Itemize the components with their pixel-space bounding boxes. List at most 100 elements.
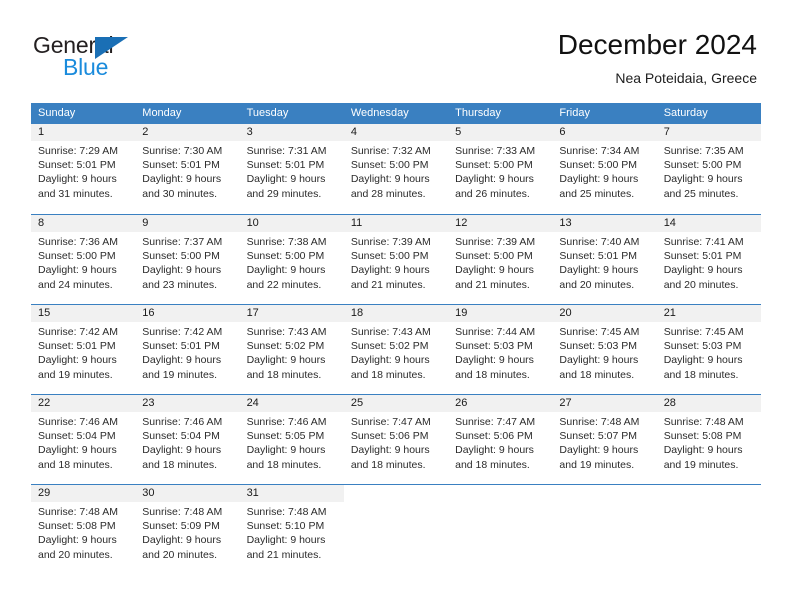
daylight-text-line2: and 28 minutes. [350,187,426,200]
weekday-header-saturday: Saturday [663,107,708,119]
sunset-text: Sunset: 5:08 PM [663,430,742,443]
daylight-text-line1: Daylight: 9 hours [559,354,639,367]
day-details: Sunrise: 7:36 AM Sunset: 5:00 PM Dayligh… [31,232,135,292]
daylight-text-line1: Daylight: 9 hours [38,173,117,186]
day-cell[interactable]: 22 Sunrise: 7:46 AM Sunset: 5:04 PM Dayl… [31,395,136,484]
day-cell[interactable]: 2 Sunrise: 7:30 AM Sunset: 5:01 PM Dayli… [135,124,240,214]
daylight-text-line2: and 19 minutes. [559,458,635,471]
day-details: Sunrise: 7:31 AM Sunset: 5:01 PM Dayligh… [240,141,344,201]
day-cell[interactable]: 4 Sunrise: 7:32 AM Sunset: 5:00 PM Dayli… [343,124,449,214]
day-cell[interactable]: 10 Sunrise: 7:38 AM Sunset: 5:00 PM Dayl… [239,215,344,304]
page-title: December 2024 [557,29,757,60]
day-number [657,485,761,502]
day-number: 7 [656,124,761,141]
sunset-text: Sunset: 5:00 PM [246,250,325,263]
day-cell[interactable]: 1 Sunrise: 7:29 AM Sunset: 5:01 PM Dayli… [31,124,136,214]
day-cell[interactable]: 21 Sunrise: 7:45 AM Sunset: 5:03 PM Dayl… [656,305,761,394]
day-cell[interactable]: 16 Sunrise: 7:42 AM Sunset: 5:01 PM Dayl… [135,305,240,394]
sunset-text: Sunset: 5:00 PM [350,159,429,172]
day-cell[interactable]: 5 Sunrise: 7:33 AM Sunset: 5:00 PM Dayli… [448,124,553,214]
calendar-grid: Sunday Monday Tuesday Wednesday Thursday… [31,103,761,574]
sunset-text: Sunset: 5:01 PM [38,340,116,353]
day-number: 9 [135,215,240,232]
day-cell[interactable]: 30 Sunrise: 7:48 AM Sunset: 5:09 PM Dayl… [135,485,240,574]
weekday-header-wednesday: Wednesday [350,107,409,119]
day-cell[interactable]: 31 Sunrise: 7:48 AM Sunset: 5:10 PM Dayl… [239,485,344,574]
day-cell[interactable]: 17 Sunrise: 7:43 AM Sunset: 5:02 PM Dayl… [239,305,344,394]
day-number: 29 [31,485,136,502]
sunset-text: Sunset: 5:01 PM [246,159,325,172]
day-cell[interactable]: 19 Sunrise: 7:44 AM Sunset: 5:03 PM Dayl… [448,305,553,394]
day-number: 25 [343,395,449,412]
day-number: 1 [31,124,136,141]
day-details: Sunrise: 7:38 AM Sunset: 5:00 PM Dayligh… [240,232,344,292]
daylight-text-line2: and 26 minutes. [455,187,530,200]
day-cell-empty [657,485,761,574]
day-cell[interactable]: 26 Sunrise: 7:47 AM Sunset: 5:06 PM Dayl… [448,395,553,484]
sunrise-text: Sunrise: 7:47 AM [455,416,536,428]
day-number: 27 [552,395,657,412]
day-details: Sunrise: 7:48 AM Sunset: 5:10 PM Dayligh… [240,502,344,562]
day-cell[interactable]: 23 Sunrise: 7:46 AM Sunset: 5:04 PM Dayl… [135,395,240,484]
day-number [448,485,552,502]
day-cell[interactable]: 7 Sunrise: 7:35 AM Sunset: 5:00 PM Dayli… [656,124,761,214]
sunrise-text: Sunrise: 7:45 AM [559,326,640,338]
sunrise-text: Sunrise: 7:40 AM [559,236,640,248]
day-cell[interactable]: 14 Sunrise: 7:41 AM Sunset: 5:01 PM Dayl… [656,215,761,304]
day-cell[interactable]: 8 Sunrise: 7:36 AM Sunset: 5:00 PM Dayli… [31,215,136,304]
sunset-text: Sunset: 5:02 PM [350,340,429,353]
daylight-text-line2: and 20 minutes. [142,548,217,561]
sunset-text: Sunset: 5:02 PM [246,340,325,353]
daylight-text-line1: Daylight: 9 hours [38,444,117,457]
day-cell[interactable]: 12 Sunrise: 7:39 AM Sunset: 5:00 PM Dayl… [448,215,553,304]
daylight-text-line2: and 25 minutes. [663,187,739,200]
day-cell[interactable]: 27 Sunrise: 7:48 AM Sunset: 5:07 PM Dayl… [552,395,657,484]
sunset-text: Sunset: 5:00 PM [350,250,429,263]
sunrise-text: Sunrise: 7:46 AM [142,416,223,428]
week-row: 22 Sunrise: 7:46 AM Sunset: 5:04 PM Dayl… [31,394,761,484]
day-cell[interactable]: 13 Sunrise: 7:40 AM Sunset: 5:01 PM Dayl… [552,215,657,304]
day-cell[interactable]: 15 Sunrise: 7:42 AM Sunset: 5:01 PM Dayl… [31,305,136,394]
weekday-header-thursday: Thursday [455,107,501,119]
day-cell[interactable]: 28 Sunrise: 7:48 AM Sunset: 5:08 PM Dayl… [656,395,761,484]
sunrise-text: Sunrise: 7:42 AM [38,326,118,338]
day-cell[interactable]: 18 Sunrise: 7:43 AM Sunset: 5:02 PM Dayl… [343,305,449,394]
day-cell[interactable]: 20 Sunrise: 7:45 AM Sunset: 5:03 PM Dayl… [552,305,657,394]
daylight-text-line2: and 18 minutes. [455,458,530,471]
sunset-text: Sunset: 5:04 PM [38,430,116,443]
sunrise-text: Sunrise: 7:34 AM [559,145,640,157]
day-cell[interactable]: 29 Sunrise: 7:48 AM Sunset: 5:08 PM Dayl… [31,485,136,574]
sunrise-text: Sunrise: 7:48 AM [246,506,327,518]
daylight-text-line2: and 18 minutes. [350,458,426,471]
day-number: 22 [31,395,136,412]
day-details: Sunrise: 7:46 AM Sunset: 5:04 PM Dayligh… [135,412,239,472]
daylight-text-line1: Daylight: 9 hours [559,264,639,277]
day-details: Sunrise: 7:43 AM Sunset: 5:02 PM Dayligh… [344,322,448,382]
brand-logo[interactable]: General Blue [33,32,253,86]
day-cell[interactable]: 6 Sunrise: 7:34 AM Sunset: 5:00 PM Dayli… [552,124,657,214]
day-cell-empty [448,485,552,574]
day-cell[interactable]: 11 Sunrise: 7:39 AM Sunset: 5:00 PM Dayl… [343,215,449,304]
day-number: 16 [135,305,240,322]
day-cell[interactable]: 3 Sunrise: 7:31 AM Sunset: 5:01 PM Dayli… [239,124,344,214]
day-details: Sunrise: 7:46 AM Sunset: 5:05 PM Dayligh… [240,412,344,472]
daylight-text-line1: Daylight: 9 hours [38,534,117,547]
day-details: Sunrise: 7:45 AM Sunset: 5:03 PM Dayligh… [552,322,656,382]
day-number: 2 [135,124,240,141]
day-number [552,485,656,502]
title-block: December 2024 Nea Poteidaia, Greece [558,28,757,88]
daylight-text-line1: Daylight: 9 hours [455,444,534,457]
sunrise-text: Sunrise: 7:48 AM [663,416,744,428]
daylight-text-line1: Daylight: 9 hours [142,354,222,367]
day-details: Sunrise: 7:47 AM Sunset: 5:06 PM Dayligh… [448,412,552,472]
day-details: Sunrise: 7:44 AM Sunset: 5:03 PM Dayligh… [448,322,552,382]
weekday-header-row: Sunday Monday Tuesday Wednesday Thursday… [31,103,761,124]
week-row: 29 Sunrise: 7:48 AM Sunset: 5:08 PM Dayl… [31,484,761,574]
sunset-text: Sunset: 5:00 PM [142,250,220,263]
day-cell[interactable]: 25 Sunrise: 7:47 AM Sunset: 5:06 PM Dayl… [343,395,449,484]
day-cell[interactable]: 24 Sunrise: 7:46 AM Sunset: 5:05 PM Dayl… [239,395,344,484]
day-details: Sunrise: 7:43 AM Sunset: 5:02 PM Dayligh… [240,322,344,382]
day-cell[interactable]: 9 Sunrise: 7:37 AM Sunset: 5:00 PM Dayli… [135,215,240,304]
daylight-text-line1: Daylight: 9 hours [246,264,326,277]
daylight-text-line1: Daylight: 9 hours [350,444,430,457]
